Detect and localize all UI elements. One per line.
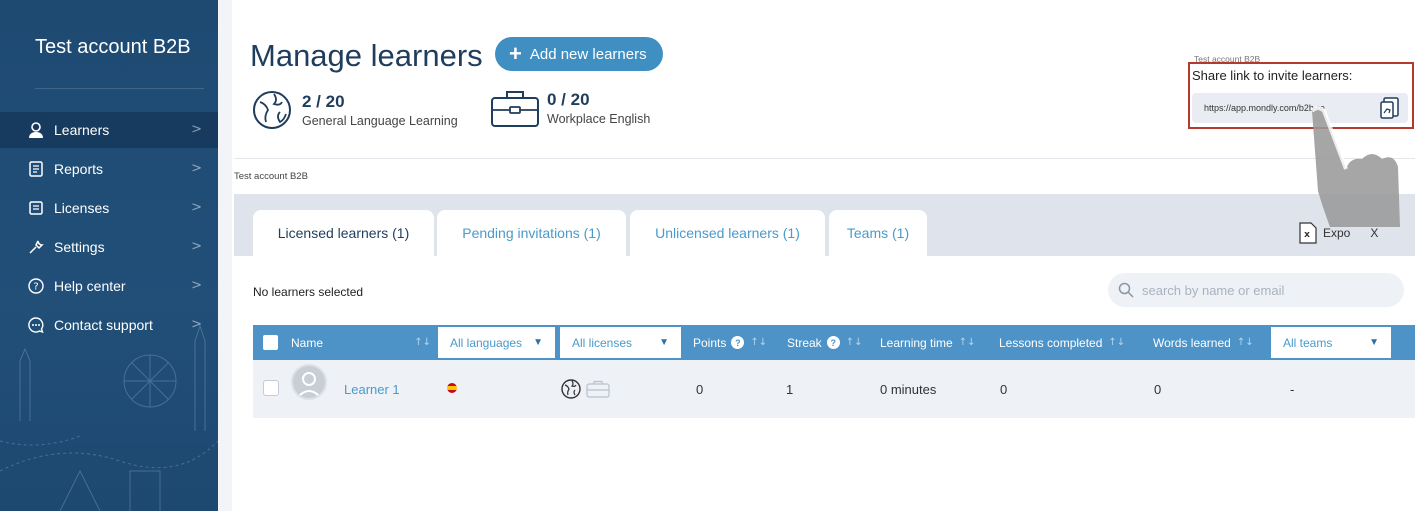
column-name[interactable]: Name ↑↓ (291, 325, 431, 360)
chevron-right-icon: > (191, 278, 202, 293)
column-name-label: Name (291, 335, 324, 350)
settings-icon (26, 237, 46, 257)
sidebar: Test account B2B Learners > Reports > Li… (0, 0, 218, 511)
cell-team: - (1290, 381, 1295, 397)
cell-words-learned: 0 (1154, 381, 1162, 397)
briefcase-icon (491, 91, 539, 127)
svg-text:?: ? (33, 282, 38, 293)
help-icon[interactable]: ? (826, 336, 840, 349)
cell-learning-time: 0 minutes (880, 381, 937, 397)
page-title: Manage learners (250, 38, 483, 73)
row-checkbox[interactable] (263, 380, 279, 396)
licenses-filter[interactable]: All licenses ▼ (559, 326, 682, 359)
sort-icon: ↑↓ (750, 337, 768, 348)
select-all-checkbox[interactable] (263, 335, 278, 350)
chevron-right-icon: > (191, 200, 202, 215)
sidebar-item-settings[interactable]: Settings > (0, 229, 218, 265)
spain-flag-icon (447, 383, 457, 393)
sidebar-item-help-center[interactable]: ? Help center > (0, 268, 218, 304)
chevron-right-icon: > (191, 239, 202, 254)
search-icon (1118, 282, 1134, 298)
sidebar-edge (218, 0, 232, 511)
languages-filter-label: All languages (450, 335, 523, 350)
caret-down-icon: ▼ (1369, 337, 1379, 348)
sidebar-divider (35, 88, 204, 89)
caret-down-icon: ▼ (659, 337, 669, 348)
sidebar-item-label: Help center (54, 278, 126, 294)
column-streak[interactable]: Streak ? ↑↓ (787, 325, 862, 360)
sort-icon: ↑↓ (958, 337, 976, 348)
languages-filter[interactable]: All languages ▼ (437, 326, 556, 359)
table-row (253, 360, 1415, 418)
sidebar-item-label: Settings (54, 239, 105, 255)
sort-icon: ↑↓ (1108, 337, 1126, 348)
caret-down-icon: ▼ (533, 337, 543, 348)
license-general: 2 / 20 General Language Learning (250, 88, 458, 132)
column-streak-label: Streak (787, 335, 822, 350)
license-count: 0 / 20 (547, 90, 590, 109)
tab-licensed-learners[interactable]: Licensed learners (1) (253, 210, 434, 256)
search-input[interactable] (1142, 282, 1382, 298)
licenses-filter-label: All licenses (572, 335, 633, 350)
tab-unlicensed-learners[interactable]: Unlicensed learners (1) (630, 210, 825, 256)
cell-points: 0 (696, 381, 704, 397)
header-divider (234, 158, 1415, 159)
tab-teams[interactable]: Teams (1) (829, 210, 927, 256)
sort-icon: ↑↓ (1236, 337, 1254, 348)
globe-icon (561, 379, 581, 399)
chevron-right-icon: > (191, 122, 202, 137)
learner-name-link[interactable]: Learner 1 (344, 360, 400, 418)
help-icon: ? (26, 276, 46, 296)
license-count: 2 / 20 (302, 92, 345, 111)
plus-icon: + (509, 41, 522, 66)
selection-status: No learners selected (253, 285, 364, 299)
breadcrumb: Test account B2B (234, 171, 308, 182)
help-icon[interactable]: ? (731, 336, 745, 349)
tab-pending-invitations[interactable]: Pending invitations (1) (437, 210, 626, 256)
teams-filter[interactable]: All teams ▼ (1270, 326, 1392, 359)
column-lessons-completed[interactable]: Lessons completed ↑↓ (999, 325, 1125, 360)
cell-streak: 1 (786, 381, 794, 397)
chevron-right-icon: > (191, 161, 202, 176)
add-button-label: Add new learners (529, 45, 647, 63)
sort-icon: ↑↓ (845, 337, 863, 348)
licenses-icon (26, 198, 46, 218)
avatar (291, 364, 327, 400)
add-new-learners-button[interactable]: + Add new learners (495, 37, 663, 71)
sidebar-account-title: Test account B2B (35, 36, 191, 58)
license-name: General Language Learning (302, 114, 458, 128)
sidebar-item-reports[interactable]: Reports > (0, 151, 218, 187)
sidebar-item-licenses[interactable]: Licenses > (0, 190, 218, 226)
column-learning-time-label: Learning time (880, 335, 953, 350)
column-learning-time[interactable]: Learning time ↑↓ (880, 325, 975, 360)
column-lessons-completed-label: Lessons completed (999, 335, 1103, 350)
sidebar-item-label: Learners (54, 122, 110, 138)
license-name: Workplace English (547, 112, 651, 126)
user-icon (26, 120, 46, 140)
briefcase-icon (586, 380, 610, 398)
sidebar-item-label: Licenses (54, 200, 110, 216)
sidebar-item-label: Reports (54, 161, 104, 177)
city-illustration-icon (0, 324, 218, 511)
pointing-hand-icon (1310, 106, 1400, 227)
column-points-label: Points (693, 335, 727, 350)
globe-icon (253, 91, 291, 129)
teams-filter-label: All teams (1283, 335, 1333, 350)
share-link-title: Share link to invite learners: (1192, 68, 1353, 83)
column-words-learned-label: Words learned (1153, 335, 1231, 350)
cell-lessons-completed: 0 (1000, 381, 1008, 397)
sort-icon: ↑↓ (414, 337, 431, 348)
sidebar-item-learners[interactable]: Learners > (0, 112, 218, 148)
license-workplace: 0 / 20 Workplace English (490, 88, 650, 128)
column-words-learned[interactable]: Words learned ↑↓ (1153, 325, 1254, 360)
search-box (1108, 273, 1404, 307)
column-points[interactable]: Points ? ↑↓ (693, 325, 767, 360)
reports-icon (26, 159, 46, 179)
